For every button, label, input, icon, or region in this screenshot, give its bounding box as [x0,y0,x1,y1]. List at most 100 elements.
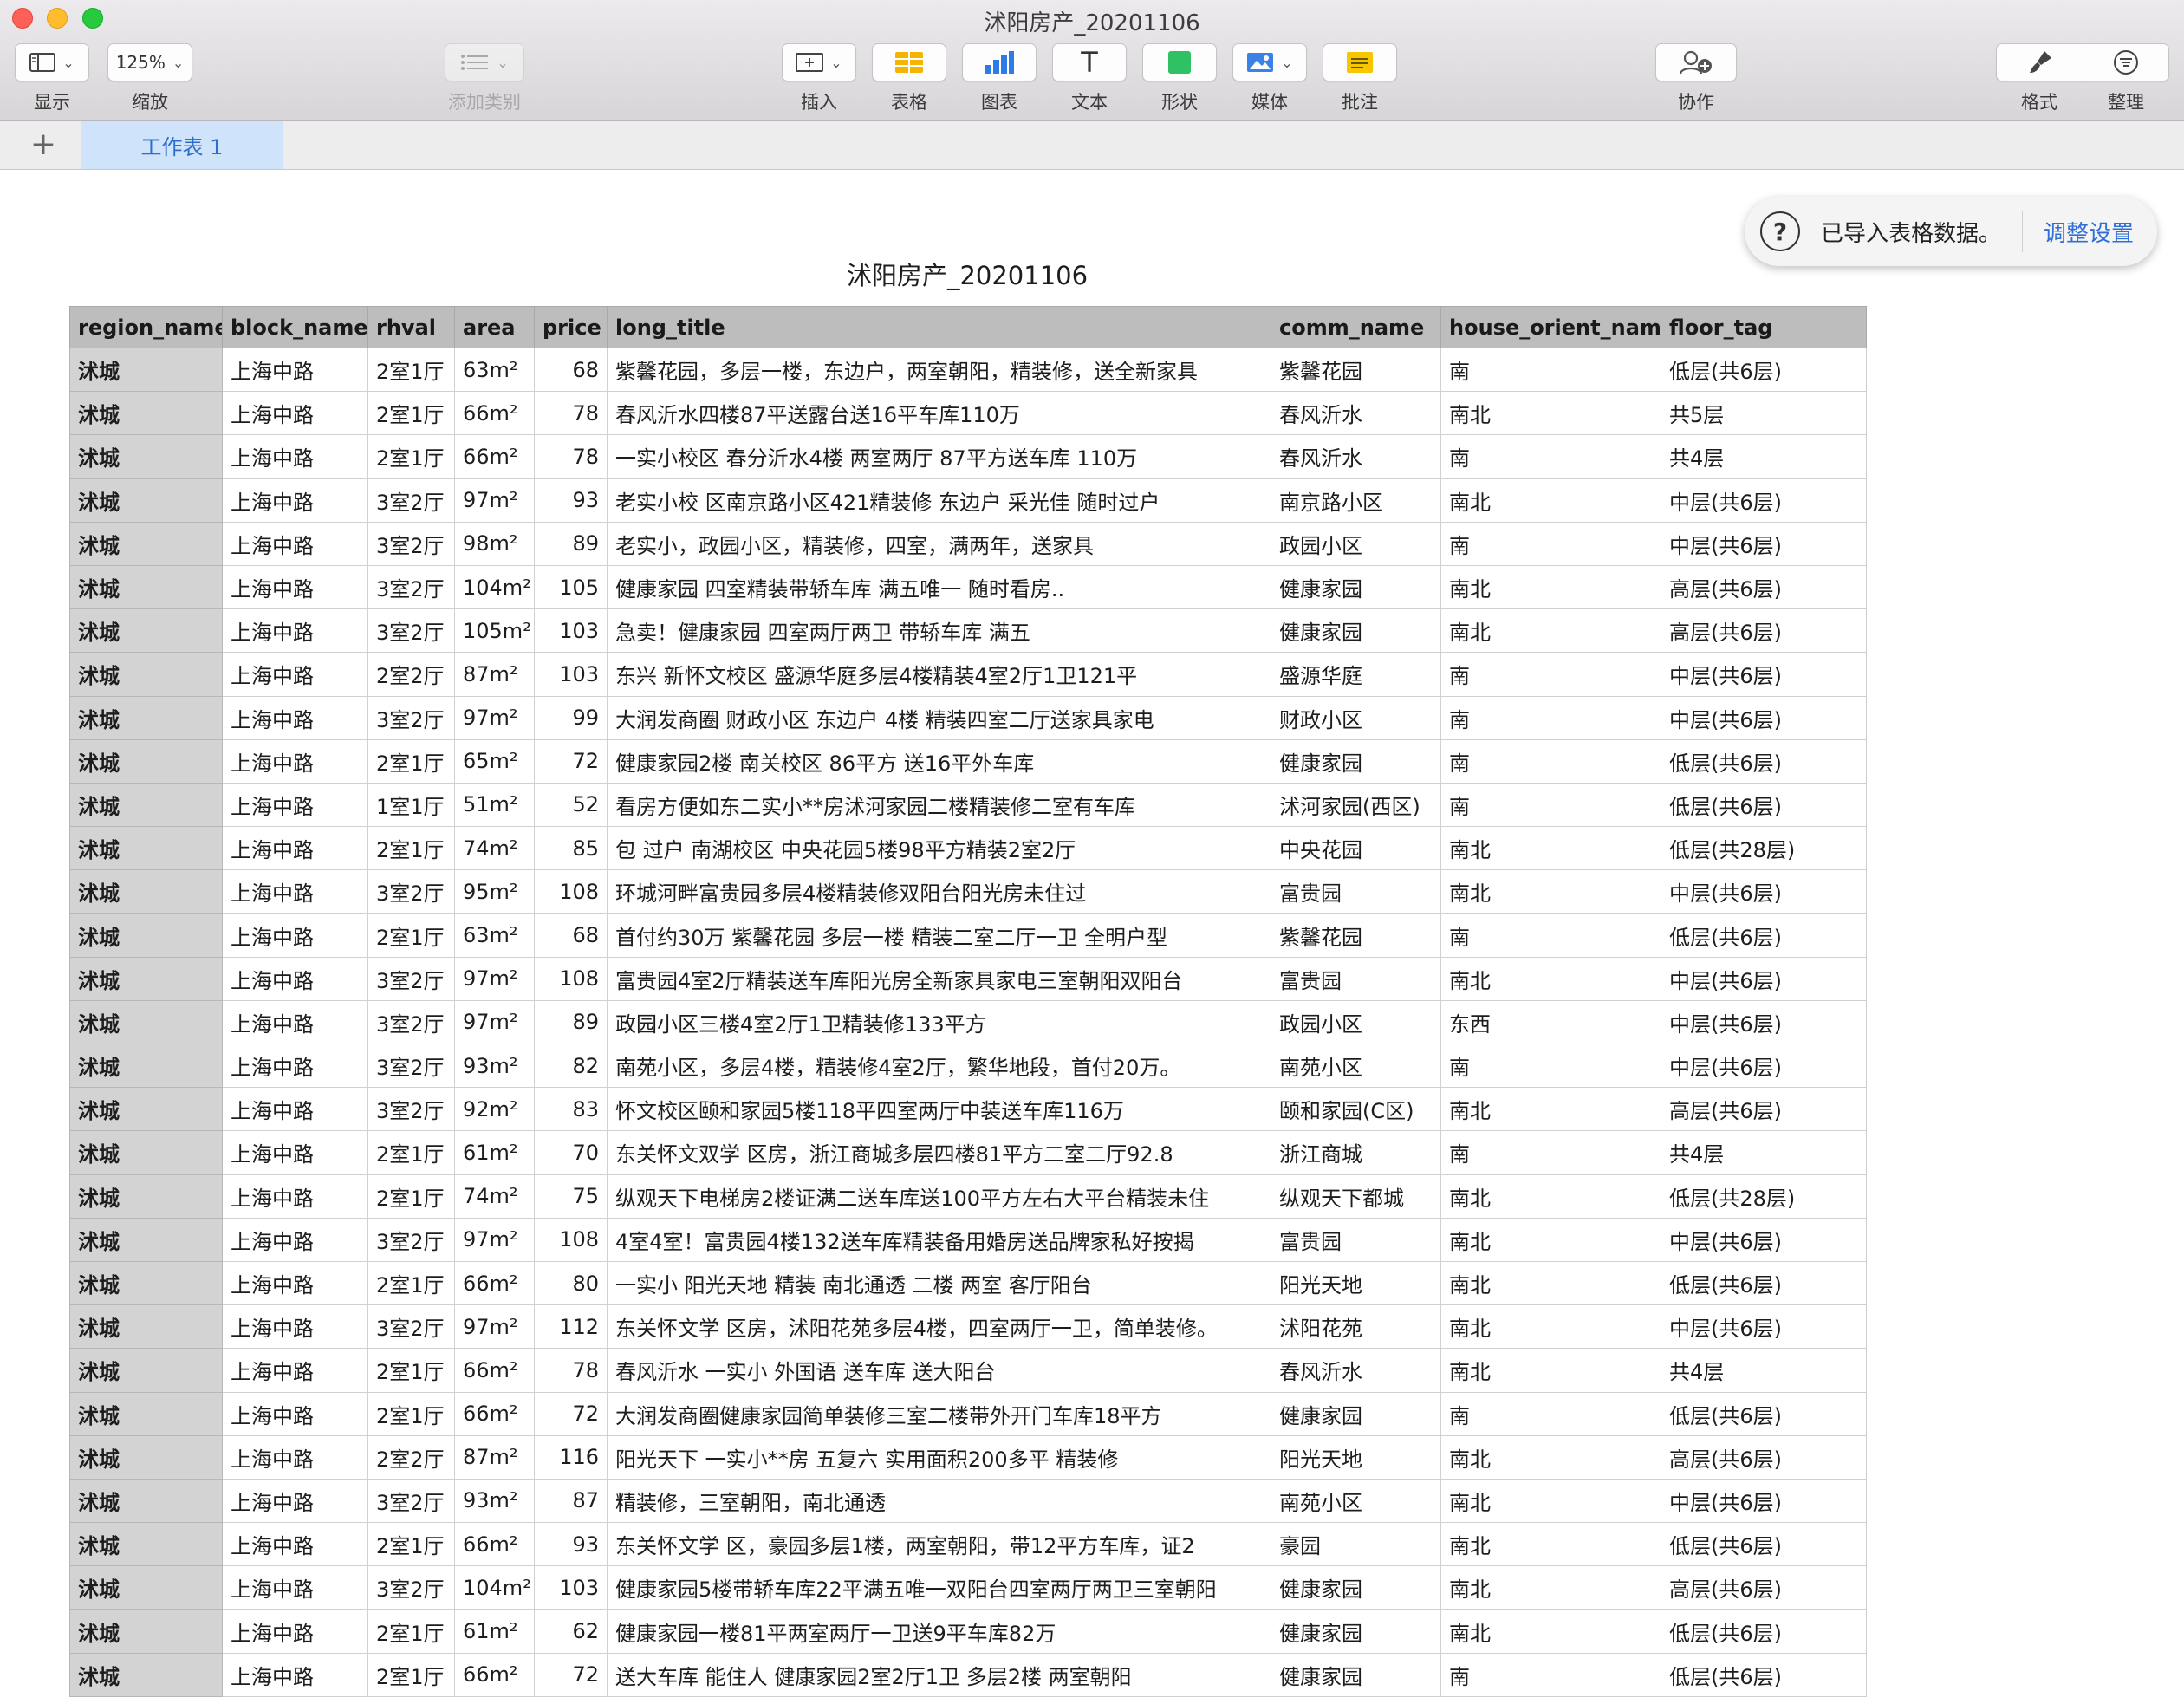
table-cell-long-title[interactable]: 春风沂水 一实小 外国语 送车库 送大阳台 [607,1348,1271,1393]
table-cell-rhval[interactable]: 3室2厅 [367,956,455,1001]
table-cell-price[interactable]: 68 [534,347,608,393]
table-cell-floor-tag[interactable]: 中层(共6层) [1661,521,1867,566]
table-cell-floor-tag[interactable]: 中层(共6层) [1661,869,1867,914]
table-cell-floor-tag[interactable]: 低层(共6层) [1661,913,1867,958]
table-cell-block-name[interactable]: 上海中路 [222,1043,368,1089]
insert-tool[interactable]: ⌄ 插入 [782,43,856,114]
table-cell-block-name[interactable]: 上海中路 [222,1565,368,1610]
table-cell-long-title[interactable]: 一实小 阳光天地 精装 南北通透 二楼 两室 客厅阳台 [607,1260,1271,1306]
table-cell-comm-name[interactable]: 南京路小区 [1271,478,1441,523]
collaborate-tool[interactable]: 协作 [1655,43,1737,114]
text-tool[interactable]: T 文本 [1052,43,1127,114]
table-cell-rhval[interactable]: 2室1厅 [367,826,455,871]
table-tool[interactable]: 表格 [872,43,946,114]
table-cell-comm-name[interactable]: 颐和家园(C区) [1271,1087,1441,1132]
table-cell-floor-tag[interactable]: 低层(共6层) [1661,1391,1867,1436]
table-cell-comm-name[interactable]: 紫馨花园 [1271,913,1441,958]
table-cell-rhval[interactable]: 3室2厅 [367,1565,455,1610]
table-cell-block-name[interactable]: 上海中路 [222,1478,368,1524]
table-cell-house-orient-name[interactable]: 南北 [1440,1217,1661,1262]
column-header-price[interactable]: price [534,306,608,348]
table-cell-price[interactable]: 70 [534,1130,608,1175]
table-cell-block-name[interactable]: 上海中路 [222,1522,368,1567]
table-cell-long-title[interactable]: 大润发商圈 财政小区 东边户 4楼 精装四室二厅送家具家电 [607,695,1271,740]
table-cell-floor-tag[interactable]: 中层(共6层) [1661,1304,1867,1350]
table-cell-long-title[interactable]: 健康家园一楼81平两室两厅一卫送9平车库82万 [607,1609,1271,1654]
table-cell-floor-tag[interactable]: 低层(共28层) [1661,1174,1867,1219]
column-header-house-orient-name[interactable]: house_orient_name [1440,306,1661,348]
table-cell-block-name[interactable]: 上海中路 [222,826,368,871]
table-cell-long-title[interactable]: 送大车库 能住人 健康家园2室2厅1卫 多层2楼 两室朝阳 [607,1652,1271,1697]
column-header-floor-tag[interactable]: floor_tag [1661,306,1867,348]
table-cell-rhval[interactable]: 2室1厅 [367,391,455,436]
table-cell-region-name[interactable]: 沭城 [69,1348,223,1393]
table-cell-price[interactable]: 108 [534,956,608,1001]
table-title[interactable]: 沭阳房产_20201106 [69,256,1865,292]
table-cell-comm-name[interactable]: 富贵园 [1271,1217,1441,1262]
table-cell-price[interactable]: 103 [534,1565,608,1610]
table-cell-block-name[interactable]: 上海中路 [222,913,368,958]
table-cell-long-title[interactable]: 4室4室！富贵园4楼132送车库精装备用婚房送品牌家私好按揭 [607,1217,1271,1262]
table-cell-region-name[interactable]: 沭城 [69,1478,223,1524]
table-cell-floor-tag[interactable]: 低层(共28层) [1661,826,1867,871]
table-cell-rhval[interactable]: 2室1厅 [367,434,455,479]
table-cell-comm-name[interactable]: 财政小区 [1271,695,1441,740]
table-cell-rhval[interactable]: 2室1厅 [367,1130,455,1175]
tab-sheet-1[interactable]: 工作表 1 [81,121,283,169]
table-cell-area[interactable]: 65m² [454,738,535,784]
table-cell-house-orient-name[interactable]: 南北 [1440,1434,1661,1480]
adjust-settings-link[interactable]: 调整设置 [2044,216,2134,248]
table-cell-house-orient-name[interactable]: 南北 [1440,391,1661,436]
table-cell-house-orient-name[interactable]: 南 [1440,1391,1661,1436]
shape-tool[interactable]: 形状 [1142,43,1217,114]
table-cell-price[interactable]: 78 [534,434,608,479]
table-cell-long-title[interactable]: 东关怀文学 区，豪园多层1楼，两室朝阳，带12平方车库，证2 [607,1522,1271,1567]
table-cell-floor-tag[interactable]: 共4层 [1661,1130,1867,1175]
table-cell-comm-name[interactable]: 南苑小区 [1271,1478,1441,1524]
table-cell-long-title[interactable]: 政园小区三楼4室2厅1卫精装修133平方 [607,999,1271,1045]
table-cell-area[interactable]: 66m² [454,1652,535,1697]
table-cell-area[interactable]: 97m² [454,999,535,1045]
table-cell-floor-tag[interactable]: 高层(共6层) [1661,564,1867,610]
table-cell-block-name[interactable]: 上海中路 [222,1087,368,1132]
column-header-block-name[interactable]: block_name [222,306,368,348]
table-cell-price[interactable]: 72 [534,1652,608,1697]
table-cell-area[interactable]: 95m² [454,869,535,914]
table-cell-comm-name[interactable]: 豪园 [1271,1522,1441,1567]
table-cell-block-name[interactable]: 上海中路 [222,1174,368,1219]
table-cell-comm-name[interactable]: 沭阳花苑 [1271,1304,1441,1350]
table-cell-house-orient-name[interactable]: 南北 [1440,564,1661,610]
table-cell-area[interactable]: 93m² [454,1478,535,1524]
column-header-region-name[interactable]: region_name [69,306,223,348]
chart-tool[interactable]: 图表 [962,43,1037,114]
table-cell-floor-tag[interactable]: 中层(共6层) [1661,956,1867,1001]
table-cell-house-orient-name[interactable]: 南 [1440,1652,1661,1697]
table-cell-rhval[interactable]: 2室1厅 [367,738,455,784]
table-cell-comm-name[interactable]: 健康家园 [1271,608,1441,654]
table-cell-long-title[interactable]: 老实小，政园小区，精装修，四室，满两年，送家具 [607,521,1271,566]
table-cell-floor-tag[interactable]: 低层(共6层) [1661,1652,1867,1697]
table-cell-house-orient-name[interactable]: 南 [1440,347,1661,393]
table-cell-floor-tag[interactable]: 低层(共6层) [1661,782,1867,828]
table-cell-house-orient-name[interactable]: 南北 [1440,608,1661,654]
table-cell-comm-name[interactable]: 阳光天地 [1271,1260,1441,1306]
table-cell-house-orient-name[interactable]: 南北 [1440,1260,1661,1306]
table-cell-house-orient-name[interactable]: 南 [1440,521,1661,566]
table-cell-long-title[interactable]: 东兴 新怀文校区 盛源华庭多层4楼精装4室2厅1卫121平 [607,652,1271,697]
table-cell-house-orient-name[interactable]: 南北 [1440,478,1661,523]
table-cell-block-name[interactable]: 上海中路 [222,608,368,654]
zoom-select[interactable]: 125% ⌄ [107,43,192,81]
table-cell-house-orient-name[interactable]: 南 [1440,434,1661,479]
categories-tool[interactable]: ⌄ 添加类别 [445,43,524,114]
media-tool[interactable]: ⌄ 媒体 [1232,43,1307,114]
table-cell-long-title[interactable]: 紫馨花园，多层一楼，东边户，两室朝阳，精装修，送全新家具 [607,347,1271,393]
table-cell-block-name[interactable]: 上海中路 [222,782,368,828]
table-cell-comm-name[interactable]: 春风沂水 [1271,391,1441,436]
table-cell-block-name[interactable]: 上海中路 [222,869,368,914]
table-cell-rhval[interactable]: 1室1厅 [367,782,455,828]
table-cell-block-name[interactable]: 上海中路 [222,1652,368,1697]
column-header-area[interactable]: area [454,306,535,348]
table-cell-floor-tag[interactable]: 中层(共6层) [1661,1478,1867,1524]
table-cell-block-name[interactable]: 上海中路 [222,478,368,523]
table-cell-region-name[interactable]: 沭城 [69,1043,223,1089]
